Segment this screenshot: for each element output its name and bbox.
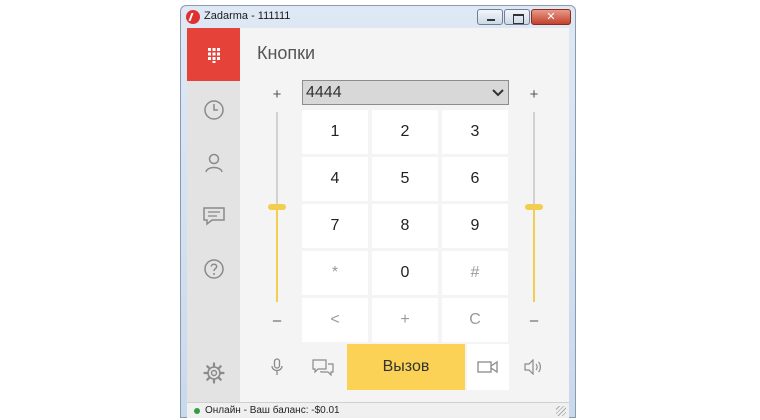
key-button[interactable]: 2	[372, 110, 438, 154]
speaker-volume-plus[interactable]: +	[524, 86, 544, 103]
conversation-icon	[312, 359, 334, 376]
key-button[interactable]: 7	[302, 204, 368, 248]
key-button[interactable]: 8	[372, 204, 438, 248]
speaker-button[interactable]	[520, 344, 546, 390]
gear-icon	[202, 362, 225, 384]
keypad-panel: Кнопки 4444 + – + – 123 45 6 7 8 9 * 0 # …	[240, 28, 569, 402]
dialpad-icon	[207, 47, 220, 63]
key-button[interactable]: 3	[442, 110, 508, 154]
speaker-icon	[524, 359, 541, 375]
mic-volume-slider[interactable]: + –	[267, 86, 287, 329]
chevron-down-icon	[492, 89, 504, 97]
dial-keypad: 1 2 3 4 5 6 7 8 9 * 0 # < + C	[302, 110, 509, 342]
clock-icon	[203, 100, 224, 120]
mic-volume-minus[interactable]: –	[267, 312, 287, 329]
speaker-volume-fill	[533, 207, 535, 302]
sidebar-item-settings[interactable]	[187, 348, 240, 398]
sidebar	[187, 28, 240, 402]
caller-number-value: 4444	[306, 84, 342, 101]
key-button[interactable]: 1	[302, 110, 368, 154]
sidebar-item-help[interactable]	[187, 244, 240, 294]
sidebar-item-history[interactable]	[187, 85, 240, 135]
mic-volume-fill	[276, 207, 278, 302]
key-button[interactable]: <	[302, 298, 368, 342]
key-button[interactable]: #	[442, 251, 508, 295]
minimize-button[interactable]	[477, 9, 503, 25]
sidebar-item-messages[interactable]	[187, 191, 240, 241]
key-button[interactable]: C	[442, 298, 508, 342]
key-button[interactable]: 6	[442, 157, 508, 201]
app-client-area: Кнопки 4444 + – + – 123 45 6 7 8 9 * 0 # …	[187, 28, 569, 402]
speaker-volume-slider[interactable]: + –	[524, 86, 544, 329]
key-button[interactable]: 9	[442, 204, 508, 248]
key-button[interactable]: *	[302, 251, 368, 295]
status-text: Онлайн - Ваш баланс: -$0.01	[205, 405, 340, 416]
speaker-volume-minus[interactable]: –	[524, 312, 544, 329]
call-button[interactable]: Вызов	[347, 344, 465, 390]
sidebar-item-keypad[interactable]	[187, 28, 240, 81]
app-window: Zadarma - 111111 ✕ Кнопки 4444 + – + – 1…	[180, 5, 576, 418]
help-icon	[203, 259, 224, 279]
status-bar: Онлайн - Ваш баланс: -$0.01	[187, 402, 569, 418]
zadarma-logo-icon	[186, 10, 200, 24]
key-button[interactable]: 5	[372, 157, 438, 201]
maximize-button[interactable]	[504, 9, 530, 25]
microphone-button[interactable]	[264, 344, 290, 390]
window-title: Zadarma - 111111	[204, 10, 291, 22]
close-button[interactable]	[531, 9, 571, 25]
key-button[interactable]: +	[372, 298, 438, 342]
video-camera-icon	[477, 360, 498, 374]
page-title: Кнопки	[257, 43, 316, 63]
call-controls: Вызов	[240, 344, 569, 390]
chat-icon	[202, 207, 225, 226]
mic-volume-plus[interactable]: +	[267, 86, 287, 103]
speaker-volume-thumb[interactable]	[525, 204, 543, 210]
chat-button[interactable]	[302, 344, 344, 390]
key-button[interactable]: 4	[302, 157, 368, 201]
title-bar[interactable]: Zadarma - 111111	[181, 6, 575, 28]
window-controls	[477, 9, 571, 25]
microphone-icon	[271, 358, 283, 375]
resize-grip-icon[interactable]	[556, 406, 566, 416]
person-icon	[204, 153, 223, 173]
sidebar-item-contacts[interactable]	[187, 138, 240, 188]
key-button[interactable]: 0	[372, 251, 438, 295]
caller-number-select[interactable]: 4444	[302, 80, 509, 105]
online-status-dot	[194, 408, 200, 414]
video-call-button[interactable]	[467, 344, 509, 390]
mic-volume-thumb[interactable]	[268, 204, 286, 210]
